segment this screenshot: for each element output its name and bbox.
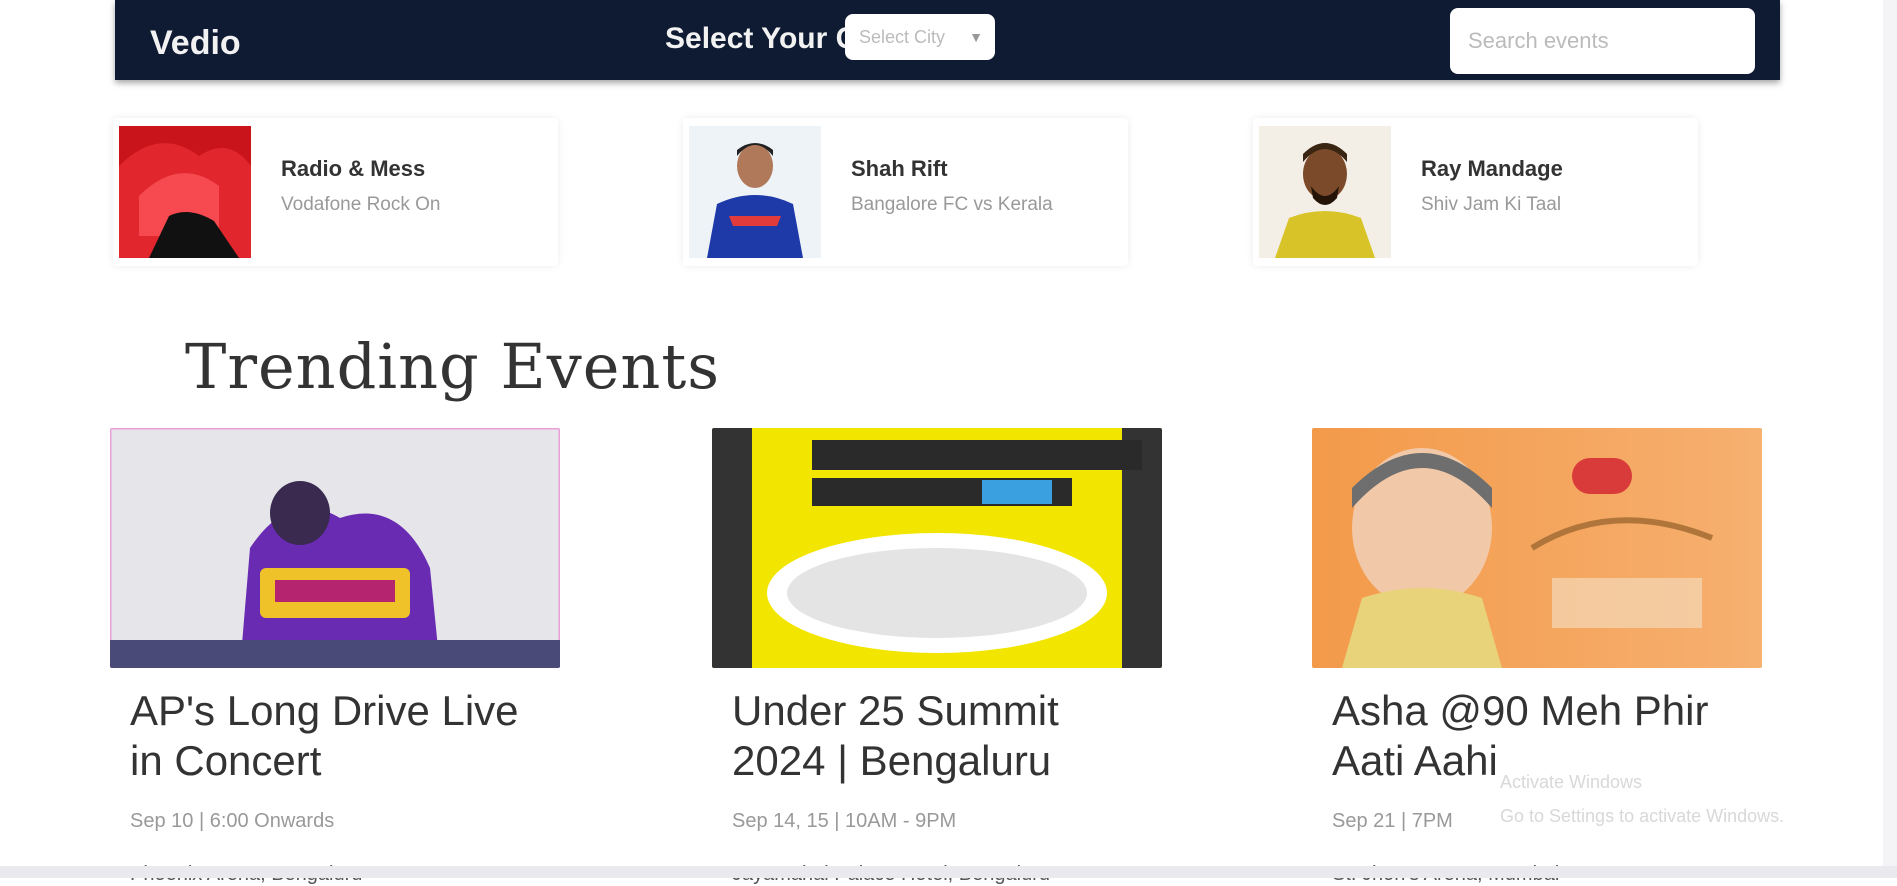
- event-poster: [110, 428, 560, 668]
- chevron-down-icon: ▼: [969, 29, 983, 45]
- artist-subtitle: Vodafone Rock On: [281, 194, 441, 215]
- site-logo[interactable]: Vedio: [150, 24, 241, 63]
- artist-thumbnail: [1259, 126, 1391, 258]
- event-date: Sep 10 | 6:00 Onwards: [130, 810, 335, 832]
- artist-card[interactable]: Ray Mandage Shiv Jam Ki Taal: [1253, 118, 1698, 266]
- artist-thumbnail: [689, 126, 821, 258]
- event-card[interactable]: Under 25 Summit 2024 | Bengaluru Sep 14,…: [712, 428, 1162, 886]
- artist-card[interactable]: Shah Rift Bangalore FC vs Kerala: [683, 118, 1128, 266]
- artist-card[interactable]: Radio & Mess Vodafone Rock On: [113, 118, 558, 266]
- event-poster: [712, 428, 1162, 668]
- watermark-line-2: Go to Settings to activate Windows.: [1500, 806, 1785, 826]
- event-card[interactable]: AP's Long Drive Live in Concert Sep 10 |…: [110, 428, 560, 886]
- search-input[interactable]: [1450, 8, 1755, 74]
- artist-name: Ray Mandage: [1421, 156, 1563, 181]
- event-title[interactable]: Under 25 Summit 2024 | Bengaluru: [732, 686, 1152, 786]
- event-poster: [1312, 428, 1762, 668]
- artist-name: Radio & Mess: [281, 156, 426, 181]
- event-date: Sep 14, 15 | 10AM - 9PM: [732, 810, 957, 832]
- artist-subtitle: Shiv Jam Ki Taal: [1421, 194, 1562, 215]
- watermark-line-1: Activate Windows: [1500, 772, 1643, 792]
- artist-thumbnail: [119, 126, 251, 258]
- vertical-scrollbar[interactable]: [1883, 0, 1897, 866]
- city-select[interactable]: Select City ▼: [845, 14, 995, 60]
- section-title: Trending Events: [185, 330, 721, 403]
- horizontal-scrollbar[interactable]: [0, 866, 1897, 878]
- event-title[interactable]: AP's Long Drive Live in Concert: [130, 686, 550, 786]
- artist-name: Shah Rift: [851, 156, 948, 181]
- activate-windows-watermark: Activate Windows Go to Settings to activ…: [1500, 765, 1840, 833]
- artist-subtitle: Bangalore FC vs Kerala: [851, 194, 1053, 215]
- top-navbar: Vedio Select Your City Select City ▼: [115, 0, 1780, 80]
- city-select-value: Select City: [859, 27, 946, 47]
